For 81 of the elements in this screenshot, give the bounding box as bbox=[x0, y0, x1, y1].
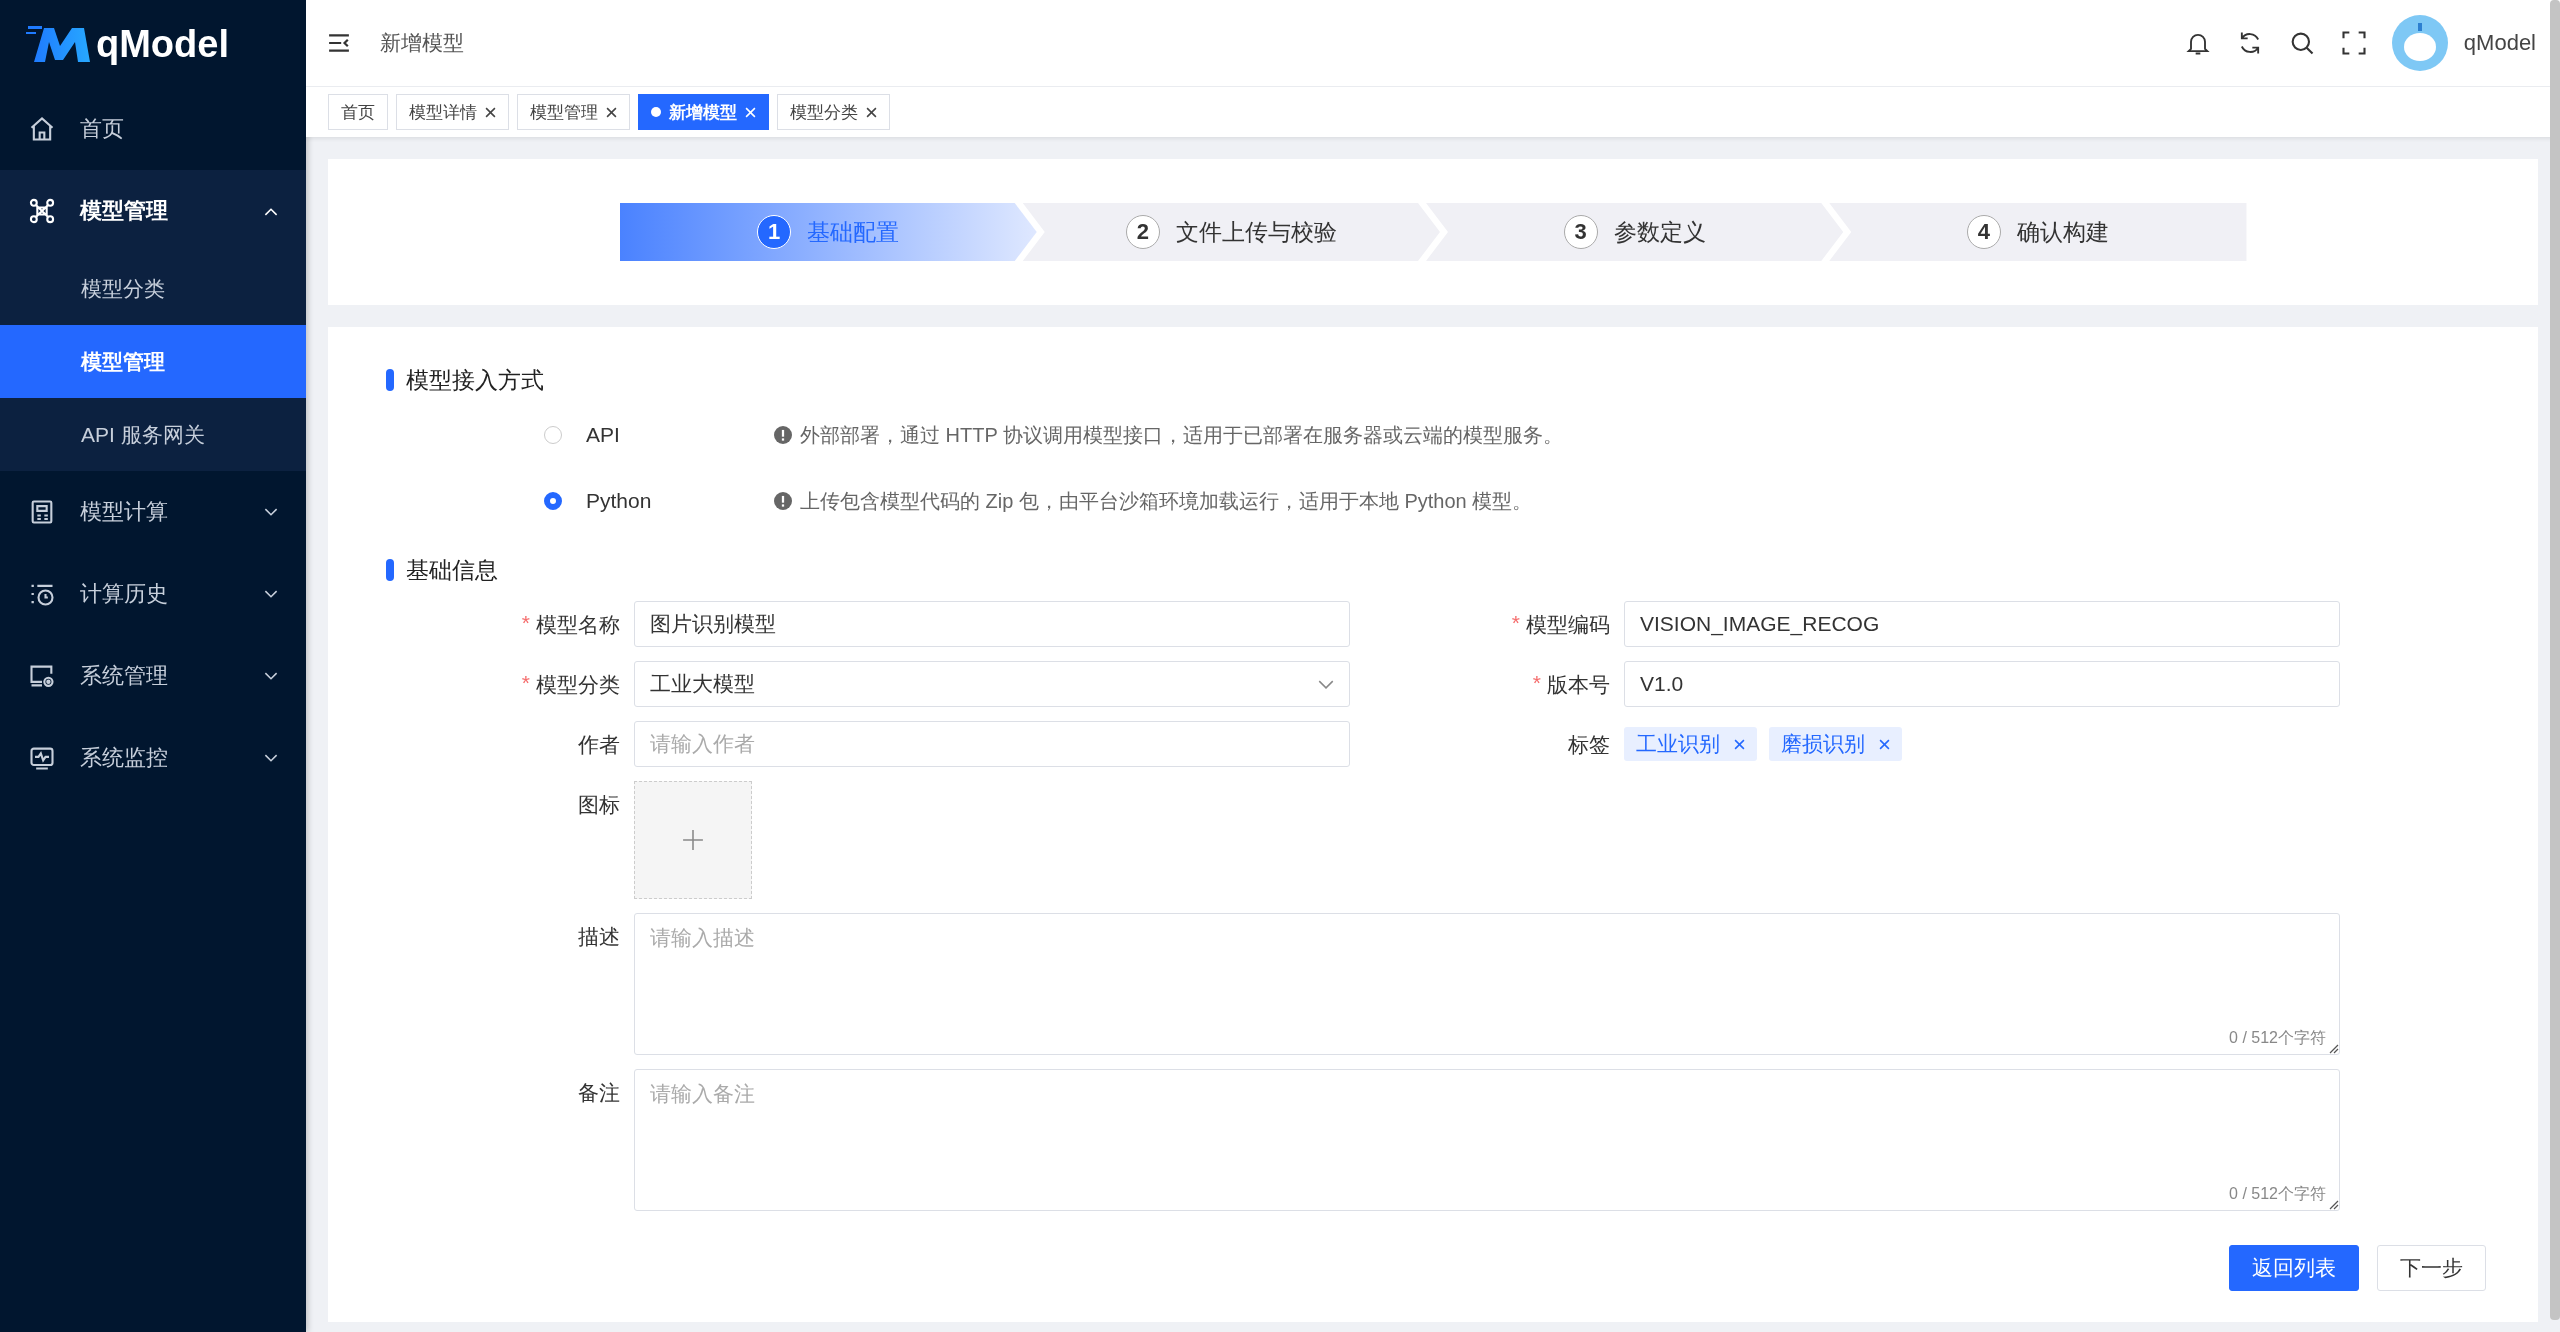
close-icon[interactable] bbox=[1879, 738, 1890, 750]
step-number: 1 bbox=[757, 215, 792, 249]
tag-chip[interactable]: 工业识别 bbox=[1624, 727, 1757, 761]
back-button[interactable]: 返回列表 bbox=[2229, 1245, 2359, 1291]
section-title: 基础信息 bbox=[406, 555, 498, 585]
field-label: 版本号 bbox=[1547, 672, 1610, 698]
required-mark: * bbox=[1511, 611, 1520, 635]
field-label: 模型名称 bbox=[536, 612, 620, 638]
select-field[interactable]: 工业大模型 bbox=[634, 661, 1350, 707]
active-dot bbox=[651, 107, 661, 117]
input-field[interactable]: VISION_IMAGE_RECOG bbox=[1624, 601, 2340, 647]
required-mark: * bbox=[1532, 671, 1541, 695]
resize-handle-icon[interactable] bbox=[2329, 1200, 2339, 1210]
input-field[interactable]: 请输入作者 bbox=[634, 721, 1350, 767]
resize-handle-icon[interactable] bbox=[2329, 1044, 2339, 1054]
field-label: 作者 bbox=[578, 732, 620, 758]
user-name[interactable]: qModel bbox=[2463, 30, 2536, 56]
section-marker bbox=[386, 559, 394, 581]
menu-icon[interactable] bbox=[328, 33, 350, 53]
scrollbar[interactable] bbox=[2550, 0, 2560, 1320]
field-label: 模型编码 bbox=[1526, 612, 1610, 638]
menu-item[interactable]: 首页 bbox=[0, 88, 306, 170]
page-tab[interactable]: 模型详情 bbox=[396, 94, 509, 130]
input-field[interactable]: V1.0 bbox=[1624, 661, 2340, 707]
close-icon[interactable] bbox=[606, 106, 617, 118]
close-icon[interactable] bbox=[485, 106, 496, 118]
field-label: 标签 bbox=[1568, 732, 1610, 758]
step-number: 4 bbox=[1966, 215, 2001, 249]
step-number: 2 bbox=[1125, 215, 1160, 249]
field-label: 模型分类 bbox=[536, 672, 620, 698]
next-button[interactable]: 下一步 bbox=[2377, 1245, 2486, 1291]
required-mark: * bbox=[521, 611, 530, 635]
page-tab[interactable]: 新增模型 bbox=[638, 94, 769, 130]
menu-item[interactable]: 计算历史 bbox=[0, 553, 306, 635]
char-counter: 0 / 512个字符 bbox=[2229, 1028, 2326, 1048]
fullscreen-icon[interactable] bbox=[2339, 29, 2368, 57]
step-label: 参数定义 bbox=[1613, 217, 1706, 247]
field-label: 图标 bbox=[578, 792, 620, 818]
tag-chip[interactable]: 磨损识别 bbox=[1769, 727, 1902, 761]
chevron-icon bbox=[264, 753, 278, 763]
menu-item[interactable]: 系统管理 bbox=[0, 635, 306, 717]
submenu-item[interactable]: 模型分类 bbox=[0, 252, 306, 325]
page-tab[interactable]: 模型分类 bbox=[777, 94, 890, 130]
option-description: 上传包含模型代码的 Zip 包，由平台沙箱环境加载运行，适用于本地 Python 模型。 bbox=[800, 488, 1533, 514]
menu-item[interactable]: 模型计算 bbox=[0, 471, 306, 553]
brand-name: qModel bbox=[96, 22, 229, 66]
input-field[interactable]: 图片识别模型 bbox=[634, 601, 1350, 647]
step-number: 3 bbox=[1563, 215, 1598, 249]
section-marker bbox=[386, 369, 394, 391]
home-icon bbox=[28, 115, 56, 143]
page-tab[interactable]: 模型管理 bbox=[517, 94, 630, 130]
radio-button[interactable] bbox=[544, 492, 562, 510]
page-title: 新增模型 bbox=[380, 30, 464, 56]
step-label: 文件上传与校验 bbox=[1175, 217, 1337, 247]
info-icon bbox=[774, 492, 792, 510]
chevron-icon bbox=[264, 507, 278, 517]
chevron-icon bbox=[264, 589, 278, 599]
caret-icon bbox=[1318, 679, 1334, 689]
chevron-icon bbox=[264, 671, 278, 681]
submenu-item[interactable]: 模型管理 bbox=[0, 325, 306, 398]
close-icon[interactable] bbox=[1734, 738, 1745, 750]
chevron-icon bbox=[264, 206, 278, 216]
info-icon bbox=[774, 426, 792, 444]
submenu-item[interactable]: API 服务网关 bbox=[0, 398, 306, 471]
close-icon[interactable] bbox=[866, 106, 877, 118]
step-label: 确认构建 bbox=[2016, 217, 2109, 247]
plus-icon bbox=[682, 829, 704, 851]
section-title: 模型接入方式 bbox=[406, 365, 544, 395]
logo-icon bbox=[26, 24, 92, 64]
field-label: 描述 bbox=[578, 924, 620, 950]
radio-option[interactable]: API bbox=[544, 423, 774, 447]
char-counter: 0 / 512个字符 bbox=[2229, 1184, 2326, 1204]
option-description: 外部部署，通过 HTTP 协议调用模型接口，适用于已部署在服务器或云端的模型服务。 bbox=[800, 422, 1563, 448]
field-label: 备注 bbox=[578, 1080, 620, 1106]
radio-option[interactable]: Python bbox=[544, 489, 774, 513]
nodes-icon bbox=[28, 197, 56, 225]
menu-item[interactable]: 系统监控 bbox=[0, 717, 306, 799]
required-mark: * bbox=[521, 671, 530, 695]
page-tab[interactable]: 首页 bbox=[328, 94, 388, 130]
step-label: 基础配置 bbox=[807, 217, 900, 247]
menu-item[interactable]: 模型管理 bbox=[0, 170, 306, 252]
